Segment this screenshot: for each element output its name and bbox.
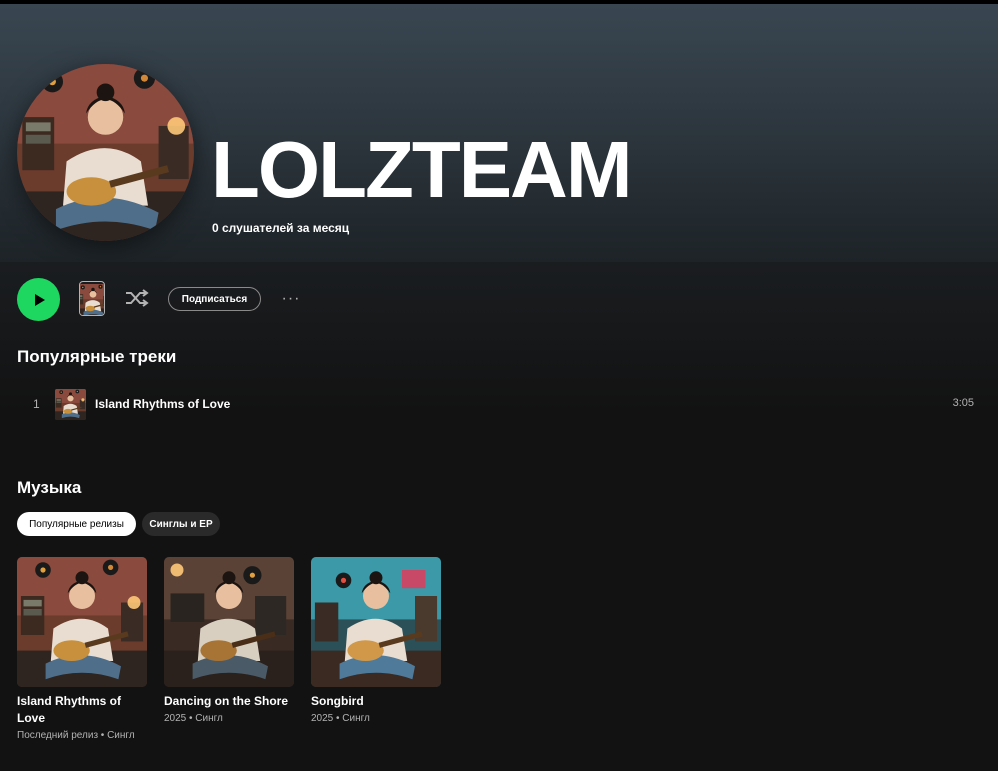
track-title[interactable]: Island Rhythms of Love [95, 397, 230, 411]
release-card[interactable]: Dancing on the Shore 2025 • Сингл [164, 557, 294, 726]
release-cover-image [311, 557, 441, 687]
play-button[interactable] [17, 278, 60, 321]
artist-avatar[interactable] [17, 64, 194, 241]
artist-photo [17, 64, 194, 241]
release-title[interactable]: Island Rhythms of Love [17, 693, 147, 727]
preview-cover-button[interactable] [79, 281, 105, 316]
more-options-button[interactable]: ··· [279, 289, 303, 309]
artist-name: LOLZTEAM [211, 125, 632, 214]
monthly-listeners: 0 слушателей за месяц [212, 221, 350, 235]
track-cover-image [55, 389, 86, 420]
artist-header: LOLZTEAM 0 слушателей за месяц [0, 0, 998, 262]
play-icon [34, 293, 45, 306]
preview-cover-image [80, 284, 104, 315]
filter-popular-releases[interactable]: Популярные релизы [17, 512, 136, 536]
shuffle-button[interactable] [123, 287, 150, 309]
track-number: 1 [33, 397, 40, 411]
track-row[interactable]: 1 Island Rhythms of Love 3:05 [17, 387, 981, 423]
release-cover-image [164, 557, 294, 687]
release-title[interactable]: Songbird [311, 693, 441, 710]
release-title[interactable]: Dancing on the Shore [164, 693, 294, 710]
release-subtitle: Последний релиз • Сингл [17, 730, 135, 741]
music-heading: Музыка [17, 478, 82, 497]
release-cover [164, 557, 294, 687]
popular-tracks-heading: Популярные треки [17, 347, 177, 366]
release-card[interactable]: Songbird 2025 • Сингл [311, 557, 441, 726]
track-duration: 3:05 [952, 397, 974, 409]
release-card[interactable]: Island Rhythms of Love Последний релиз •… [17, 557, 147, 743]
shuffle-icon [126, 289, 149, 307]
release-subtitle: 2025 • Сингл [311, 713, 370, 724]
artist-page: LOLZTEAM 0 слушателей за месяц Подписать… [0, 0, 998, 771]
filter-singles-eps[interactable]: Синглы и EP [142, 512, 220, 536]
follow-button[interactable]: Подписаться [168, 287, 261, 311]
release-cover [311, 557, 441, 687]
track-cover [55, 389, 86, 420]
release-subtitle: 2025 • Сингл [164, 713, 223, 724]
release-cover [17, 557, 147, 687]
release-cover-image [17, 557, 147, 687]
